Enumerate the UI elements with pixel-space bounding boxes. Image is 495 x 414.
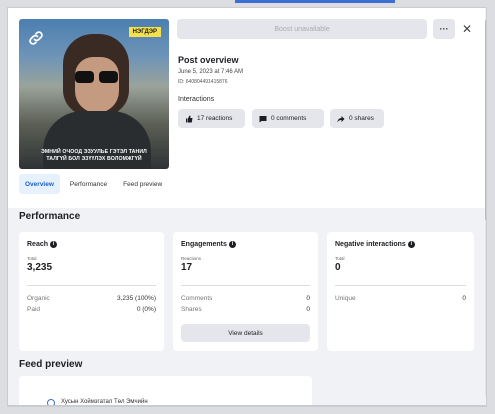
thumbnail-caption-line-2: ТАЛГҮЙ БОЛ ЭЗҮҮЛЭХ ВОЛОМЖГҮЙ xyxy=(46,156,142,162)
engagements-reactions-value: 17 xyxy=(181,262,193,273)
row-label: Organic xyxy=(27,295,50,302)
info-icon[interactable]: i xyxy=(228,241,236,248)
row-label: Unique xyxy=(335,295,356,302)
boost-unavailable-button[interactable]: Boost unavailable xyxy=(177,19,427,39)
feed-preview-card: Хусын Хоймзгатал Төл Эмчийн xyxy=(19,376,312,406)
interactions-label: Interactions xyxy=(178,96,215,103)
post-overview-title: Post overview xyxy=(178,55,239,65)
share-icon xyxy=(337,115,345,122)
negative-interactions-card: Negative interactions i Total 0 Unique 0 xyxy=(327,232,474,351)
reach-card-title: Reach i xyxy=(27,241,58,248)
thumbnail-sunglasses xyxy=(75,71,121,83)
engagements-sub-label: Reactions xyxy=(181,256,202,261)
performance-section-title: Performance xyxy=(19,211,81,222)
top-accent-bar xyxy=(235,0,395,3)
reach-total-value: 3,235 xyxy=(27,262,53,273)
reach-sub-label: Total xyxy=(27,256,37,261)
tab-feed-preview[interactable]: Feed preview xyxy=(117,174,168,194)
engagements-card-title: Engagements i xyxy=(181,241,236,248)
horizontal-scrollbar[interactable] xyxy=(8,405,486,406)
reach-card: Reach i Total 3,235 Organic 3,235 (100%)… xyxy=(19,232,164,351)
row-value: 0 xyxy=(306,306,310,313)
reach-paid-row: Paid 0 (0%) xyxy=(27,306,156,313)
post-date: June 5, 2023 at 7:46 AM xyxy=(178,69,244,75)
post-id: ID: 640804491415876 xyxy=(178,79,228,85)
scrollbar-thumb[interactable] xyxy=(485,20,486,220)
reactions-count: 17 reactions xyxy=(197,115,233,122)
reach-organic-row: Organic 3,235 (100%) xyxy=(27,295,156,302)
thumbs-up-icon xyxy=(186,115,193,122)
thumbnail-caption: ЭМНИЙ ОЧООД ЭЗУУЛЬЕ ГЭТЭЛ ТАНИЛ ТАЛГҮЙ Б… xyxy=(19,149,169,163)
negative-sub-label: Total xyxy=(335,256,345,261)
engagements-title-text: Engagements xyxy=(181,241,227,248)
thumbnail-face xyxy=(75,57,119,113)
tab-bar: Overview Performance Feed preview xyxy=(19,174,168,194)
tab-overview[interactable]: Overview xyxy=(19,174,60,194)
row-label: Paid xyxy=(27,306,41,313)
view-details-button[interactable]: View details xyxy=(181,324,310,342)
comments-pill[interactable]: 0 comments xyxy=(252,109,324,128)
row-label: Comments xyxy=(181,295,213,302)
engagements-card: Engagements i Reactions 17 Comments 0 Sh… xyxy=(173,232,318,351)
thumbnail-badge: HЭГДЭР xyxy=(128,27,161,37)
tab-performance[interactable]: Performance xyxy=(64,174,113,194)
post-insights-dialog: HЭГДЭР ЭМНИЙ ОЧООД ЭЗУУЛЬЕ ГЭТЭЛ ТАНИЛ Т… xyxy=(7,7,487,407)
divider xyxy=(27,285,156,286)
negative-title-text: Negative interactions xyxy=(335,241,406,248)
comment-icon xyxy=(259,115,267,122)
more-options-button[interactable]: ··· xyxy=(433,19,455,39)
negative-card-title: Negative interactions i xyxy=(335,241,415,248)
shares-pill[interactable]: 0 shares xyxy=(330,109,384,128)
feed-preview-section-title: Feed preview xyxy=(19,359,83,370)
row-value: 3,235 (100%) xyxy=(116,295,156,302)
close-button[interactable]: ✕ xyxy=(457,19,477,39)
row-value: 0 (0%) xyxy=(136,306,156,313)
divider xyxy=(181,285,310,286)
reach-title-text: Reach xyxy=(27,241,49,248)
row-value: 0 xyxy=(462,295,466,302)
info-icon[interactable]: i xyxy=(50,241,58,248)
divider xyxy=(335,285,466,286)
reactions-pill[interactable]: 17 reactions xyxy=(178,109,245,128)
link-icon xyxy=(29,31,43,45)
shares-count: 0 shares xyxy=(349,115,374,122)
engagements-shares-row: Shares 0 xyxy=(181,306,310,313)
vertical-scrollbar[interactable] xyxy=(485,20,486,396)
comments-count: 0 comments xyxy=(271,115,307,122)
thumbnail-caption-line-1: ЭМНИЙ ОЧООД ЭЗУУЛЬЕ ГЭТЭЛ ТАНИЛ xyxy=(41,149,147,155)
row-value: 0 xyxy=(306,295,310,302)
negative-total-value: 0 xyxy=(335,262,341,273)
post-thumbnail[interactable]: HЭГДЭР ЭМНИЙ ОЧООД ЭЗУУЛЬЕ ГЭТЭЛ ТАНИЛ Т… xyxy=(19,19,169,169)
post-header-panel: HЭГДЭР ЭМНИЙ ОЧООД ЭЗУУЛЬЕ ГЭТЭЛ ТАНИЛ Т… xyxy=(8,8,485,208)
engagements-comments-row: Comments 0 xyxy=(181,295,310,302)
negative-unique-row: Unique 0 xyxy=(335,295,466,302)
info-icon[interactable]: i xyxy=(407,241,415,248)
row-label: Shares xyxy=(181,306,202,313)
